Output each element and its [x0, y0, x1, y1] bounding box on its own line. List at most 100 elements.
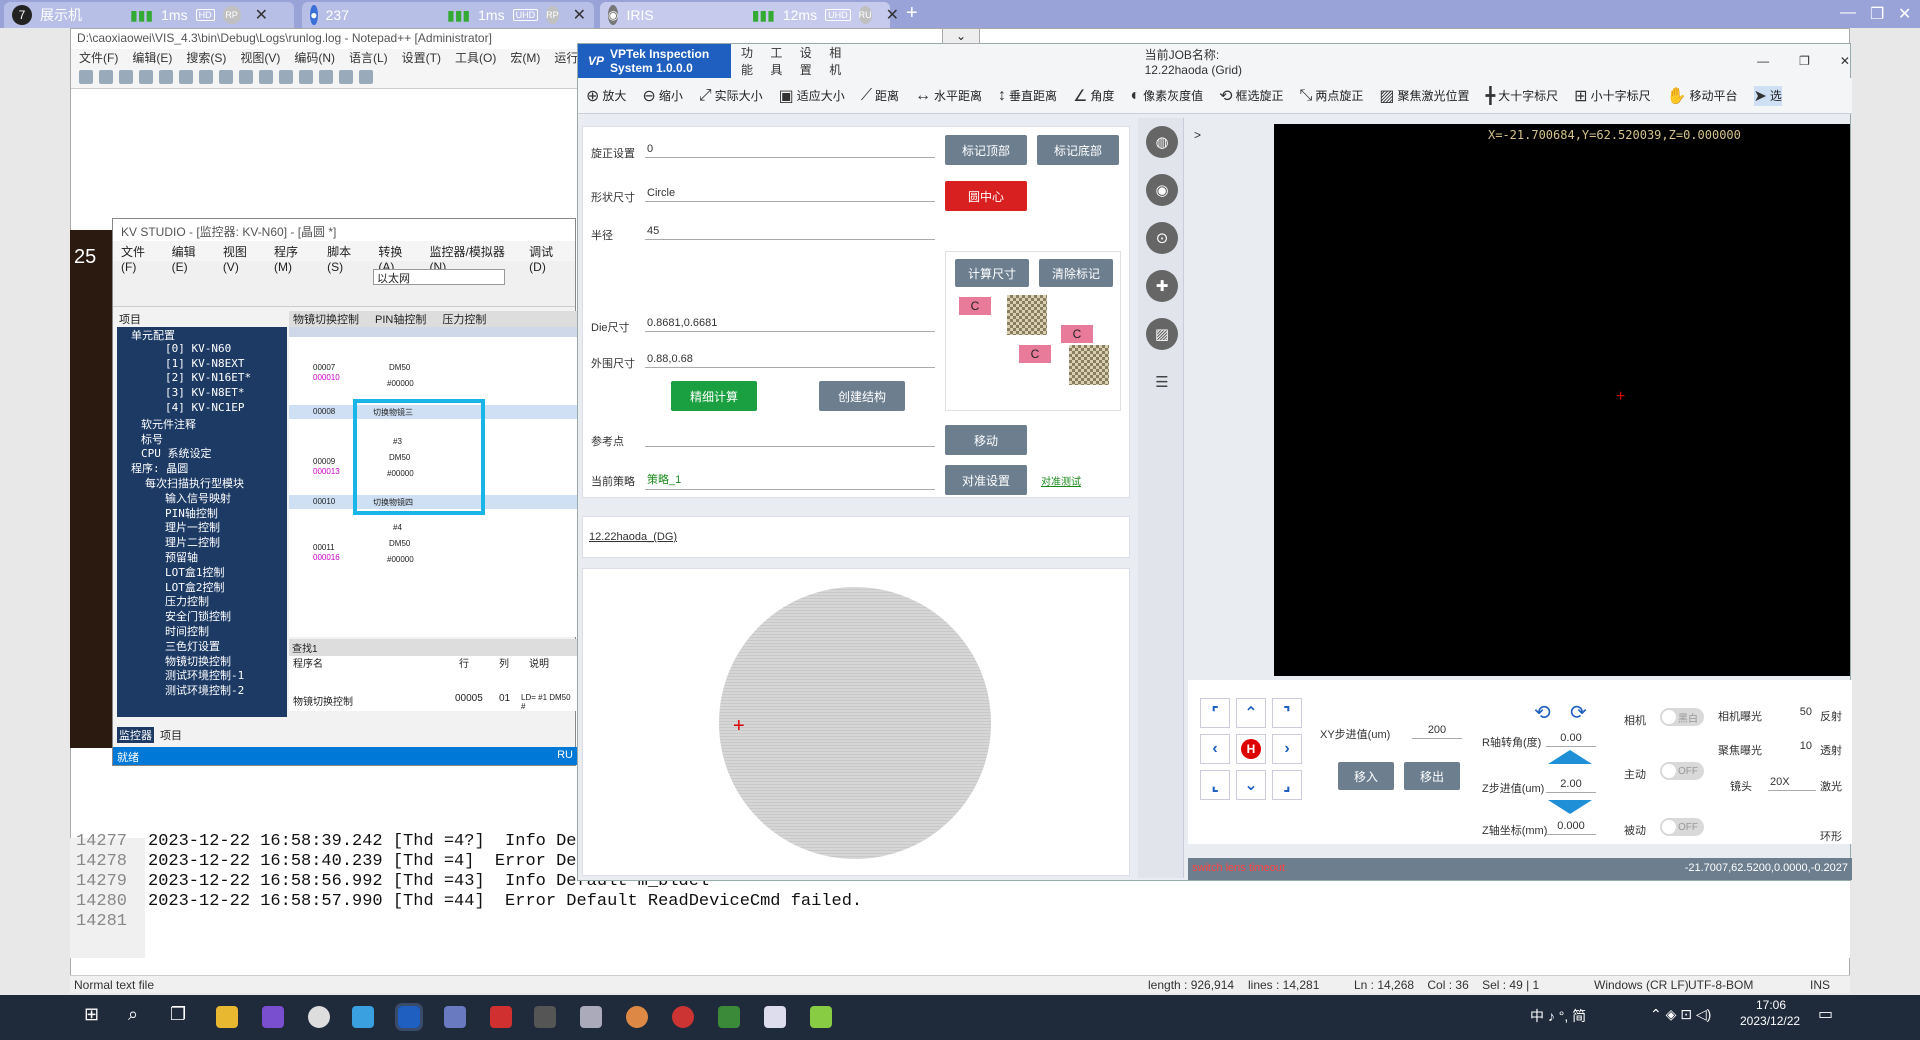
horizontal-distance-tool[interactable]: ↔ 水平距离 [915, 87, 982, 105]
menu-encoding[interactable]: 编码(N) [294, 49, 335, 67]
menu-edit[interactable]: 编辑(E) [132, 49, 172, 67]
z-step-input[interactable]: 2.00 [1546, 776, 1596, 793]
rotate-cw-icon[interactable]: ⟳ [1570, 700, 1587, 725]
rotate-ccw-icon[interactable]: ⟲ [1534, 700, 1551, 725]
kv-menu-program[interactable]: 程序(M) [274, 243, 313, 274]
result-program[interactable]: 物镜切换控制 [293, 693, 353, 708]
tree-item[interactable]: 程序: 晶圆 [117, 460, 287, 475]
vis-restore-icon[interactable]: ❐ [1799, 54, 1810, 68]
clear-mark-button[interactable]: 清除标记 [1039, 259, 1113, 287]
store-icon[interactable] [352, 1006, 374, 1028]
vis-minimize-icon[interactable]: — [1757, 54, 1769, 68]
start-icon[interactable]: ⊞ [84, 1004, 99, 1025]
laser-focus-tool[interactable]: ▨ 聚焦激光位置 [1379, 86, 1469, 106]
die-input[interactable]: 0.8681,0.6681 [645, 315, 935, 332]
save-all-icon[interactable] [139, 70, 153, 84]
mark-top-button[interactable]: 标记顶部 [945, 135, 1027, 165]
r-angle-input[interactable]: 0.00 [1546, 730, 1596, 747]
radius-select[interactable]: 45 [645, 223, 935, 240]
zoom-in-icon[interactable] [339, 70, 353, 84]
paste-icon[interactable] [239, 70, 253, 84]
move-up-button[interactable]: ⌃ [1236, 698, 1266, 728]
tree-item[interactable]: 每次扫描执行型模块 [117, 475, 287, 490]
tree-item[interactable]: 理片二控制 [117, 534, 287, 549]
menu-macro[interactable]: 宏(M) [510, 49, 540, 67]
zoom-in-tool[interactable]: ⊕ 放大 [586, 86, 626, 106]
create-struct-button[interactable]: 创建结构 [819, 381, 905, 411]
new-tab-button[interactable]: + [906, 2, 918, 25]
tree-item[interactable]: [3] KV-N8ET* [117, 386, 287, 401]
checklist-icon[interactable]: ☰ [1146, 366, 1178, 398]
tree-item[interactable]: 测试环境控制-2 [117, 682, 287, 697]
zoom-out-tool[interactable]: ⊖ 缩小 [642, 86, 682, 106]
visual-studio-icon[interactable] [262, 1006, 284, 1028]
small-crosshair-tool[interactable]: ⊞ 小十字标尺 [1574, 86, 1650, 106]
wafer-map[interactable] [719, 587, 991, 859]
kv-menu-view[interactable]: 视图(V) [223, 243, 260, 274]
menu-settings[interactable]: 设置(T) [402, 49, 441, 67]
home-button[interactable]: H [1236, 734, 1266, 764]
circle-center-button[interactable]: 圆中心 [945, 181, 1027, 211]
kv-menu-debug[interactable]: 调试(D) [529, 243, 567, 274]
tab-3[interactable]: ◉ IRIS ▮▮▮ 12ms UHD RU ✕ [600, 2, 899, 28]
focus-exposure-input[interactable]: 10 [1778, 738, 1814, 754]
clock-date[interactable]: 2023/12/22 [1740, 1014, 1800, 1028]
notification-icon[interactable]: ▭ [1818, 1004, 1833, 1024]
menu-tools[interactable]: 工具(O) [455, 49, 496, 67]
z-down-icon[interactable] [1548, 800, 1592, 814]
wafer-icon[interactable]: ⊙ [1146, 222, 1178, 254]
big-crosshair-tool[interactable]: ╋ 大十字标尺 [1486, 86, 1559, 106]
maximize-icon[interactable]: ❐ [1870, 4, 1884, 24]
print-icon[interactable] [179, 70, 193, 84]
cam-exposure-input[interactable]: 50 [1778, 704, 1814, 720]
close-tab-icon[interactable]: ✕ [886, 5, 899, 25]
outer-input[interactable]: 0.88,0.68 [645, 351, 935, 368]
vertical-distance-tool[interactable]: ↕ 垂直距离 [998, 87, 1057, 105]
move-right-button[interactable]: › [1272, 734, 1302, 764]
active-toggle[interactable]: OFF [1660, 762, 1704, 780]
tree-item[interactable]: [2] KV-N16ET* [117, 371, 287, 386]
copy-icon[interactable] [219, 70, 233, 84]
tree-item[interactable]: 三色灯设置 [117, 638, 287, 653]
explorer-icon[interactable] [216, 1006, 238, 1028]
xy-step-input[interactable]: 200 [1412, 722, 1462, 739]
move-down-button[interactable]: ⌄ [1236, 770, 1266, 800]
camera-icon[interactable]: ◉ [1146, 174, 1178, 206]
globe-icon[interactable]: ◍ [1146, 126, 1178, 158]
tab-pin-axis[interactable]: PIN轴控制 [375, 311, 426, 327]
mso-icon[interactable] [308, 1006, 330, 1028]
kv-menu-script[interactable]: 脚本(S) [327, 243, 364, 274]
kv-app-icon[interactable] [490, 1006, 512, 1028]
tree-item[interactable]: 测试环境控制-1 [117, 667, 287, 682]
redo-icon[interactable] [279, 70, 293, 84]
tree-item[interactable]: 标号 [117, 431, 287, 446]
select-tool[interactable]: ➤ 选 [1753, 85, 1782, 106]
move-down-right-button[interactable]: ⌟ [1272, 770, 1302, 800]
tree-item[interactable]: CPU 系统设定 [117, 445, 287, 460]
distance-tool[interactable]: ⟋ 距离 [861, 87, 899, 105]
close-tab-icon[interactable]: ✕ [573, 5, 586, 25]
tree-item[interactable]: 理片一控制 [117, 519, 287, 534]
open-icon[interactable] [99, 70, 113, 84]
chrome-icon[interactable] [626, 1006, 648, 1028]
user-app-icon[interactable] [444, 1006, 466, 1028]
minimize-icon[interactable]: — [1840, 4, 1856, 22]
tree-item[interactable]: LOT盒1控制 [117, 564, 287, 579]
tree-item[interactable]: 预留轴 [117, 549, 287, 564]
calc-size-button[interactable]: 计算尺寸 [955, 259, 1029, 287]
move-button[interactable]: 移动 [945, 425, 1027, 455]
move-out-button[interactable]: 移出 [1404, 762, 1460, 790]
vis-menu-tools[interactable]: 工具 [770, 44, 785, 78]
undo-icon[interactable] [259, 70, 273, 84]
two-point-rotate-tool[interactable]: ⤡ 两点旋正 [1300, 87, 1364, 105]
tab-1[interactable]: 7 展示机 ▮▮▮ 1ms HD RP ✕ [4, 2, 294, 28]
tree-item[interactable]: 时间控制 [117, 623, 287, 638]
expand-icon[interactable]: > [1194, 128, 1201, 142]
move-up-left-button[interactable]: ⌜ [1200, 698, 1230, 728]
picture-icon[interactable]: ▨ [1146, 318, 1178, 350]
passive-toggle[interactable]: OFF [1660, 818, 1704, 836]
vis-menu-camera[interactable]: 相机 [829, 44, 844, 78]
iris-app-icon[interactable] [672, 1006, 694, 1028]
notepad-app-icon[interactable] [764, 1006, 786, 1028]
vis-app-icon[interactable] [395, 1003, 423, 1031]
